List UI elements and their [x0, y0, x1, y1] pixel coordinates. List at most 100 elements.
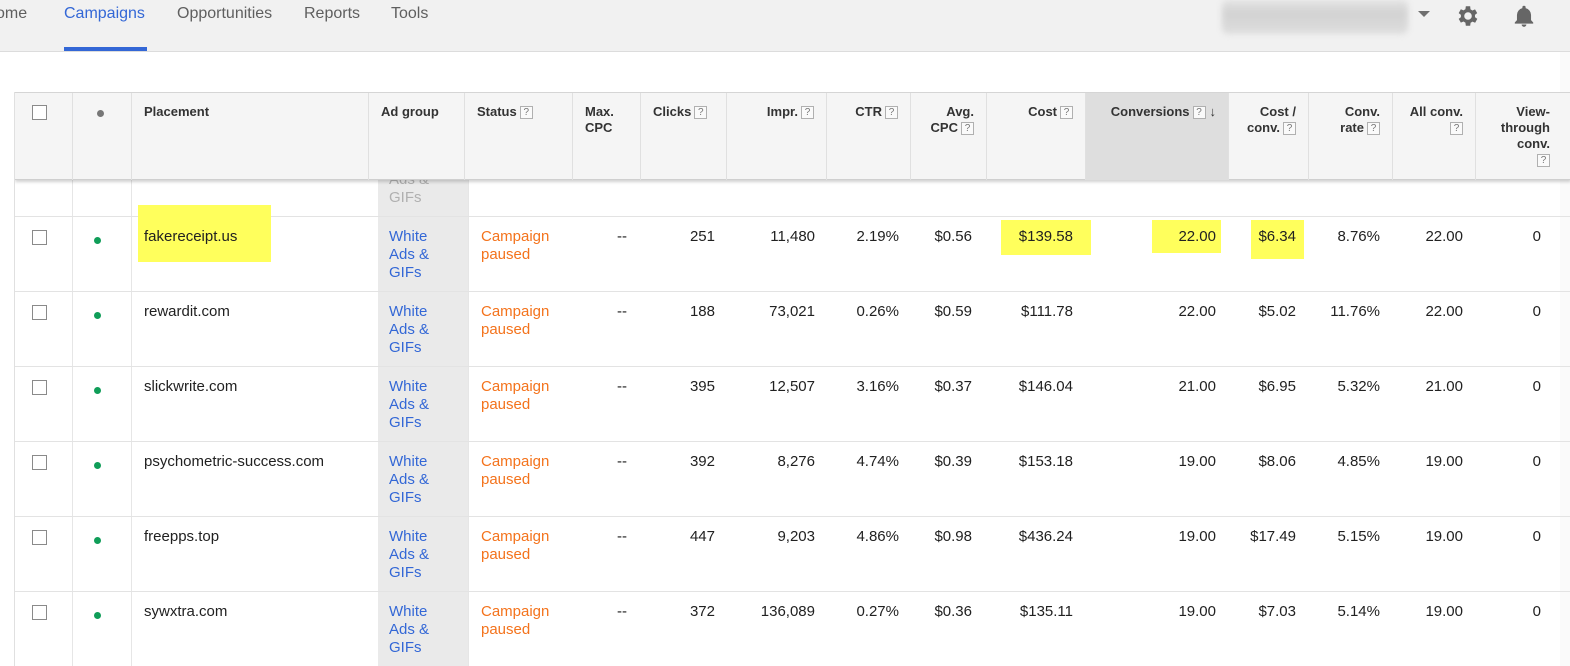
max-cpc-cell: --	[617, 378, 627, 395]
impr-cell: 11,480	[770, 228, 815, 245]
header-conversions-label: Conversions	[1110, 104, 1190, 119]
help-icon[interactable]: ?	[1537, 154, 1550, 167]
status-line: paused	[481, 396, 531, 413]
nav-campaigns[interactable]: Campaigns	[64, 5, 145, 23]
row-select-checkbox[interactable]	[32, 605, 47, 620]
help-icon[interactable]: ?	[1060, 106, 1073, 119]
row-select-checkbox[interactable]	[32, 530, 47, 545]
header-conversions[interactable]: Conversions? ↓	[1086, 93, 1229, 180]
header-status-label: Status	[477, 104, 517, 119]
ad-group-link[interactable]: White Ads & GIFs	[389, 528, 429, 582]
impr-cell: 8,276	[777, 453, 815, 470]
avg-cpc-cell: $0.37	[934, 378, 972, 395]
nav-tools[interactable]: Tools	[391, 5, 428, 23]
header-all-conv[interactable]: All conv. ?	[1393, 93, 1476, 180]
cost-per-conv-cell: $17.49	[1250, 528, 1296, 545]
ad-group-line: GIFs	[389, 489, 422, 506]
conversions-cell: 19.00	[1178, 603, 1216, 620]
placement-cell[interactable]: sywxtra.com	[144, 603, 227, 621]
max-cpc-cell: --	[617, 453, 627, 470]
sort-descending-icon[interactable]: ↓	[1210, 104, 1217, 120]
table-row[interactable]: rewardit.com White Ads & GIFs Campaign paused…	[15, 292, 1570, 367]
cost-per-conv-cell: $8.06	[1258, 453, 1296, 470]
help-icon[interactable]: ?	[694, 106, 708, 119]
help-icon[interactable]: ?	[1283, 122, 1296, 135]
table-row[interactable]: slickwrite.com White Ads & GIFs Campaign paus…	[15, 367, 1570, 442]
ad-group-line: White	[389, 528, 428, 545]
row-select-checkbox[interactable]	[32, 455, 47, 470]
cost-cell: $111.78	[1021, 303, 1073, 320]
select-all-checkbox[interactable]	[32, 105, 47, 120]
nav-opportunities[interactable]: Opportunities	[177, 5, 272, 23]
table-row[interactable]: fakereceipt.us White Ads & GIFs Campaign paus…	[15, 217, 1570, 292]
header-status-dot-cell[interactable]	[73, 93, 132, 180]
cost-cell: $436.24	[1018, 528, 1073, 545]
conversions-cell: 21.00	[1178, 378, 1216, 395]
placement-cell[interactable]: fakereceipt.us	[144, 228, 237, 246]
row-select-checkbox[interactable]	[32, 305, 47, 320]
ad-group-link[interactable]: White Ads & GIFs	[389, 453, 429, 507]
help-icon[interactable]: ?	[519, 106, 533, 119]
gear-icon[interactable]	[1455, 3, 1481, 29]
header-avg-cpc[interactable]: Avg. CPC?	[911, 93, 987, 180]
top-navigation-bar: ome Campaigns Opportunities Reports Tool…	[0, 0, 1570, 52]
ad-group-line: White	[389, 303, 428, 320]
status-cell: Campaign paused	[481, 453, 549, 489]
placement-cell[interactable]: slickwrite.com	[144, 378, 237, 396]
header-view-through-conv[interactable]: View- through conv. ?	[1476, 93, 1570, 180]
header-cost[interactable]: Cost?	[987, 93, 1086, 180]
header-view-through-label: through	[1500, 120, 1550, 135]
impr-cell: 73,021	[769, 303, 815, 320]
ad-group-link[interactable]: White Ads & GIFs	[389, 303, 429, 357]
bell-icon[interactable]	[1511, 3, 1537, 29]
header-cost-per-conv[interactable]: Cost / conv.?	[1229, 93, 1309, 180]
header-placement[interactable]: Placement	[132, 93, 369, 180]
status-line: Campaign	[481, 303, 550, 320]
conversions-cell: 19.00	[1178, 453, 1216, 470]
ad-group-line: Ads &	[389, 546, 430, 563]
nav-home[interactable]: ome	[0, 5, 27, 23]
help-icon[interactable]: ?	[885, 106, 898, 119]
header-clicks[interactable]: Clicks?	[641, 93, 727, 180]
help-icon[interactable]: ?	[1367, 122, 1380, 135]
table-row[interactable]: psychometric-success.com White Ads & GIFs Ca…	[15, 442, 1570, 517]
help-icon[interactable]: ?	[961, 122, 974, 135]
placement-cell[interactable]: psychometric-success.com	[144, 453, 324, 471]
help-icon[interactable]: ?	[1450, 122, 1463, 135]
table-header: Placement Ad group Status? Max. CPC Clic…	[15, 92, 1570, 180]
ad-group-link[interactable]: White Ads & GIFs	[389, 228, 429, 282]
help-icon[interactable]: ?	[1192, 106, 1206, 119]
caret-down-icon[interactable]	[1418, 11, 1430, 17]
header-max-cpc[interactable]: Max. CPC	[573, 93, 641, 180]
row-select-checkbox[interactable]	[32, 380, 47, 395]
header-impr[interactable]: Impr.?	[727, 93, 827, 180]
table-row[interactable]: sywxtra.com White Ads & GIFs Campaign paused -…	[15, 592, 1570, 666]
header-max-cpc-label: Max.	[585, 104, 614, 119]
header-placement-label: Placement	[144, 104, 210, 119]
view-through-conv-cell: 0	[1532, 378, 1541, 395]
placement-cell[interactable]: rewardit.com	[144, 303, 230, 321]
header-ad-group[interactable]: Ad group	[369, 93, 465, 180]
ad-group-line: Ads &	[389, 471, 430, 488]
account-info-redacted[interactable]	[1222, 0, 1408, 34]
header-clicks-label: Clicks	[653, 104, 692, 119]
ad-group-line: Ads &	[389, 621, 430, 638]
header-status[interactable]: Status?	[465, 93, 573, 180]
row-select-checkbox[interactable]	[32, 230, 47, 245]
status-cell: Campaign paused	[481, 228, 549, 264]
help-icon[interactable]: ?	[801, 106, 814, 119]
header-conv-rate[interactable]: Conv. rate?	[1309, 93, 1393, 180]
impr-cell: 12,507	[769, 378, 815, 395]
ad-group-link[interactable]: White Ads & GIFs	[389, 603, 429, 657]
table-row[interactable]: freepps.top White Ads & GIFs Campaign paused -…	[15, 517, 1570, 592]
header-ctr[interactable]: CTR?	[827, 93, 911, 180]
conv-rate-cell: 5.14%	[1337, 603, 1380, 620]
placement-cell[interactable]: freepps.top	[144, 528, 219, 546]
header-ad-group-label: Ad group	[381, 104, 439, 119]
header-view-through-label: conv.	[1517, 136, 1550, 151]
active-tab-indicator	[64, 47, 147, 51]
ad-group-link[interactable]: White Ads & GIFs	[389, 378, 429, 432]
impr-cell: 136,089	[760, 603, 815, 620]
header-conv-rate-label: rate	[1340, 120, 1364, 135]
nav-reports[interactable]: Reports	[304, 5, 360, 23]
